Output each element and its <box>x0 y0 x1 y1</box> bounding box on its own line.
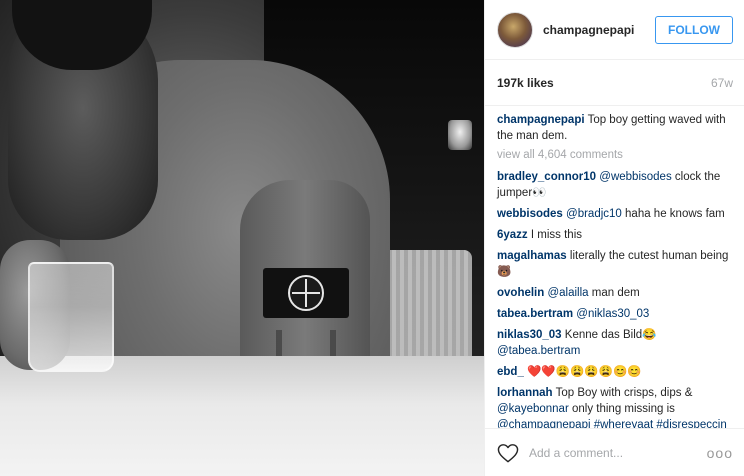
comment-author[interactable]: magalhamas <box>497 250 567 262</box>
post-header: champagnepapi FOLLOW <box>485 0 744 60</box>
comment-text: haha he knows fam <box>625 208 725 220</box>
comment-mention[interactable]: @bradjc10 <box>566 208 622 220</box>
comment-mention[interactable]: @niklas30_03 <box>576 308 649 320</box>
comment-author[interactable]: tabea.bertram <box>497 308 573 320</box>
comment-text: man dem <box>591 287 640 299</box>
add-comment-bar: ooo <box>485 428 744 476</box>
avatar[interactable] <box>497 11 533 48</box>
comment-mention[interactable]: @tabea.bertram <box>497 345 580 357</box>
comment-mention[interactable]: @kayebonnar <box>497 403 569 415</box>
comment-mention[interactable]: @champagnepapi <box>497 419 591 428</box>
comment-mention[interactable]: @webbisodes <box>599 171 671 183</box>
photo-table <box>0 356 484 476</box>
comment-author[interactable]: lorhannah <box>497 387 553 399</box>
instagram-post: champagnepapi FOLLOW 197k likes 67w cham… <box>0 0 744 476</box>
list-item: 6yazz I miss this <box>497 227 733 243</box>
list-item: webbisodes @bradjc10 haha he knows fam <box>497 206 733 222</box>
post-stats: 197k likes 67w <box>485 60 744 106</box>
list-item: ebd_ ❤️❤️😩😩😩😩😊😊 <box>497 364 733 380</box>
heart-outline-icon[interactable] <box>497 443 519 463</box>
comment-mention[interactable]: @alailla <box>547 287 588 299</box>
comment-author[interactable]: webbisodes <box>497 208 563 220</box>
ellipsis-icon[interactable]: ooo <box>707 445 733 461</box>
photo-glass <box>28 262 114 372</box>
comment-author[interactable]: niklas30_03 <box>497 329 562 341</box>
comment-author[interactable]: bradley_connor10 <box>497 171 596 183</box>
comment-author[interactable]: ebd_ <box>497 366 524 378</box>
list-item: ovohelin @alailla man dem <box>497 285 733 301</box>
view-all-comments-link[interactable]: view all 4,604 comments <box>497 149 733 161</box>
follow-button[interactable]: FOLLOW <box>655 15 733 44</box>
post-age[interactable]: 67w <box>711 76 733 90</box>
list-item: bradley_connor10 @webbisodes clock the j… <box>497 169 733 201</box>
caption: champagnepapi Top boy getting waved with… <box>497 112 733 144</box>
list-item: lorhannah Top Boy with crisps, dips & @k… <box>497 385 733 428</box>
comment-hashtag[interactable]: #disrespeccin <box>656 419 726 428</box>
comment-text: Kenne das Bild😂 <box>564 329 657 341</box>
likes-count[interactable]: 197k likes <box>497 76 554 90</box>
comment-author[interactable]: ovohelin <box>497 287 544 299</box>
comment-text-continued: only thing missing is <box>571 403 675 415</box>
comment-input[interactable] <box>529 445 707 460</box>
list-item: magalhamas literally the cutest human be… <box>497 248 733 280</box>
list-item: niklas30_03 Kenne das Bild😂 @tabea.bertr… <box>497 327 733 359</box>
compass-logo-icon <box>288 275 324 311</box>
comments-list: champagnepapi Top boy getting waved with… <box>485 106 744 428</box>
post-side-panel: champagnepapi FOLLOW 197k likes 67w cham… <box>484 0 744 476</box>
comment-text: ❤️❤️😩😩😩😩😊😊 <box>527 366 642 378</box>
post-author-username[interactable]: champagnepapi <box>543 23 655 37</box>
caption-author[interactable]: champagnepapi <box>497 114 585 126</box>
list-item: tabea.bertram @niklas30_03 <box>497 306 733 322</box>
comment-text: I miss this <box>530 229 583 241</box>
photo-candle <box>448 120 472 150</box>
post-photo[interactable] <box>0 0 484 476</box>
comment-hashtag[interactable]: #whereyaat <box>594 419 653 428</box>
comment-text: Top Boy with crisps, dips & <box>555 387 693 399</box>
comment-author[interactable]: 6yazz <box>497 229 528 241</box>
